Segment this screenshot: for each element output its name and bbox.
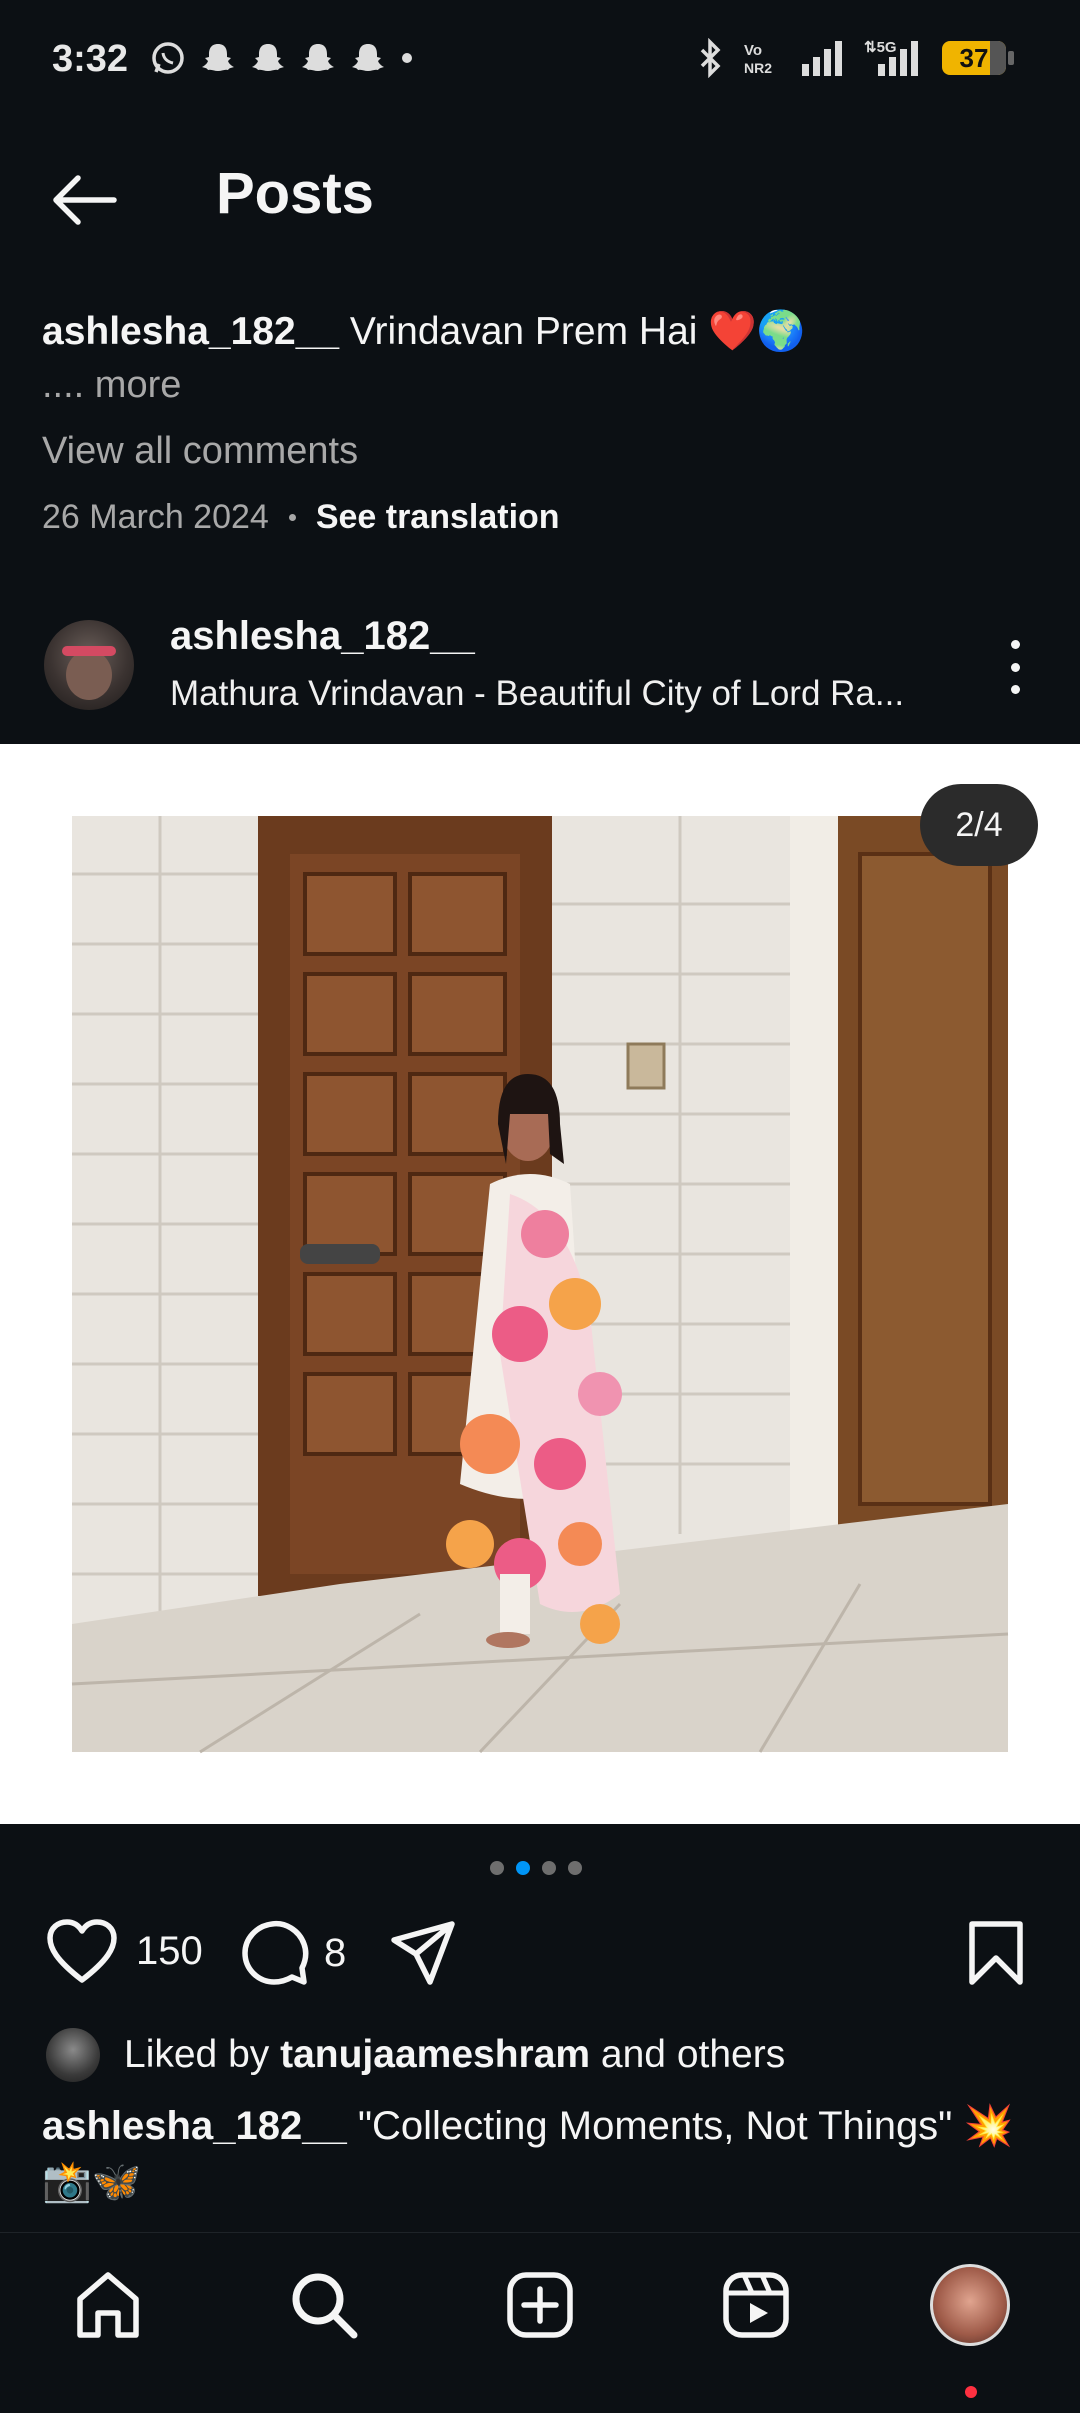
liked-by-prefix: Liked by [124, 2033, 270, 2076]
caption-text: Vrindavan Prem Hai ❤️🌍 [349, 310, 806, 353]
kebab-dot [1010, 640, 1020, 649]
more-link[interactable]: .... more [42, 364, 181, 407]
battery-level: 37 [959, 42, 989, 73]
battery-indicator: 37 [942, 41, 1014, 75]
snapchat-icon [202, 44, 234, 71]
liker-avatar [46, 2028, 100, 2082]
signal-icon [802, 41, 842, 76]
liked-by-user[interactable]: tanujaameshram [280, 2033, 590, 2076]
like-action: 150 [46, 1918, 203, 1984]
snapchat-icon [252, 44, 284, 71]
carousel-counter: 2/4 [920, 784, 1038, 866]
status-time: 3:32 [52, 38, 129, 80]
svg-text:NR2: NR2 [744, 60, 772, 76]
comments-count[interactable]: 8 [324, 1931, 346, 1976]
post-caption: ashlesha_182__ "Collecting Moments, Not … [42, 2098, 1052, 2210]
home-icon [77, 2272, 139, 2338]
share-button[interactable] [388, 1918, 458, 1993]
nav-home[interactable] [68, 2265, 148, 2345]
signal-5g-icon: ⇅5G [864, 39, 918, 76]
carousel-dot [568, 1861, 582, 1875]
kebab-dot [1010, 662, 1020, 672]
liked-by-row[interactable]: Liked by tanujaameshram and others [46, 2028, 785, 2082]
nav-search[interactable] [284, 2265, 364, 2345]
notification-icons [150, 40, 414, 76]
status-bar: 3:32 Vo NR2 ⇅5G 37 [0, 0, 1080, 120]
svg-text:⇅5G: ⇅5G [864, 39, 897, 56]
notification-dot [965, 2386, 977, 2398]
more-notifications-dot-icon [402, 53, 412, 63]
see-translation-link[interactable]: See translation [316, 498, 560, 537]
photo-temple-door [0, 744, 1080, 1824]
snapchat-icon [302, 44, 334, 71]
post-date-row: 26 March 2024 See translation [42, 498, 560, 537]
profile-avatar [930, 2264, 1010, 2346]
carousel-dot [542, 1861, 556, 1875]
likes-count[interactable]: 150 [136, 1929, 203, 1974]
back-button[interactable] [48, 164, 120, 241]
liked-by-text: Liked by tanujaameshram and others [124, 2033, 785, 2077]
reels-icon [723, 2272, 789, 2338]
view-all-comments-link[interactable]: View all comments [42, 430, 358, 473]
whatsapp-icon [152, 42, 184, 74]
kebab-dot [1010, 685, 1020, 694]
avatar-accessory [62, 646, 116, 656]
more-options-button[interactable] [1000, 640, 1030, 694]
separator-dot [288, 514, 296, 521]
previous-post-caption: ashlesha_182__ Vrindavan Prem Hai ❤️🌍 [42, 308, 805, 356]
search-icon [292, 2273, 358, 2339]
page-title: Posts [216, 161, 374, 226]
nav-reels[interactable] [716, 2265, 796, 2345]
post-username[interactable]: ashlesha_182__ [170, 614, 475, 659]
post-author-avatar[interactable] [44, 620, 134, 710]
nav-profile[interactable] [930, 2264, 1010, 2346]
carousel-indicator [490, 1861, 582, 1875]
carousel-dot-active [516, 1861, 530, 1875]
system-icons: Vo NR2 ⇅5G 37 [696, 38, 1014, 78]
nav-create[interactable] [500, 2265, 580, 2345]
post-image[interactable] [0, 744, 1080, 1824]
comment-bubble-icon[interactable] [240, 1918, 310, 1988]
caption-username[interactable]: ashlesha_182__ [42, 2104, 347, 2148]
bluetooth-icon [700, 38, 721, 78]
post-location[interactable]: Mathura Vrindavan - Beautiful City of Lo… [170, 674, 930, 714]
snapchat-icon [352, 44, 384, 71]
create-icon [507, 2272, 573, 2338]
post-date: 26 March 2024 [42, 498, 269, 536]
comment-action: 8 [240, 1918, 346, 1988]
svg-text:Vo: Vo [744, 42, 762, 59]
save-button[interactable] [966, 1918, 1026, 1993]
bookmark-icon [969, 1921, 1023, 1985]
heart-outline-icon[interactable] [46, 1918, 118, 1984]
volte-icon: VoNR2 [744, 42, 772, 76]
liked-by-suffix: and others [600, 2033, 786, 2076]
caption-username[interactable]: ashlesha_182__ [42, 310, 339, 353]
arrow-left-icon [53, 175, 117, 225]
carousel-dot [490, 1861, 504, 1875]
bottom-navigation [0, 2232, 1080, 2413]
send-icon [391, 1921, 455, 1985]
avatar-face [66, 650, 112, 700]
